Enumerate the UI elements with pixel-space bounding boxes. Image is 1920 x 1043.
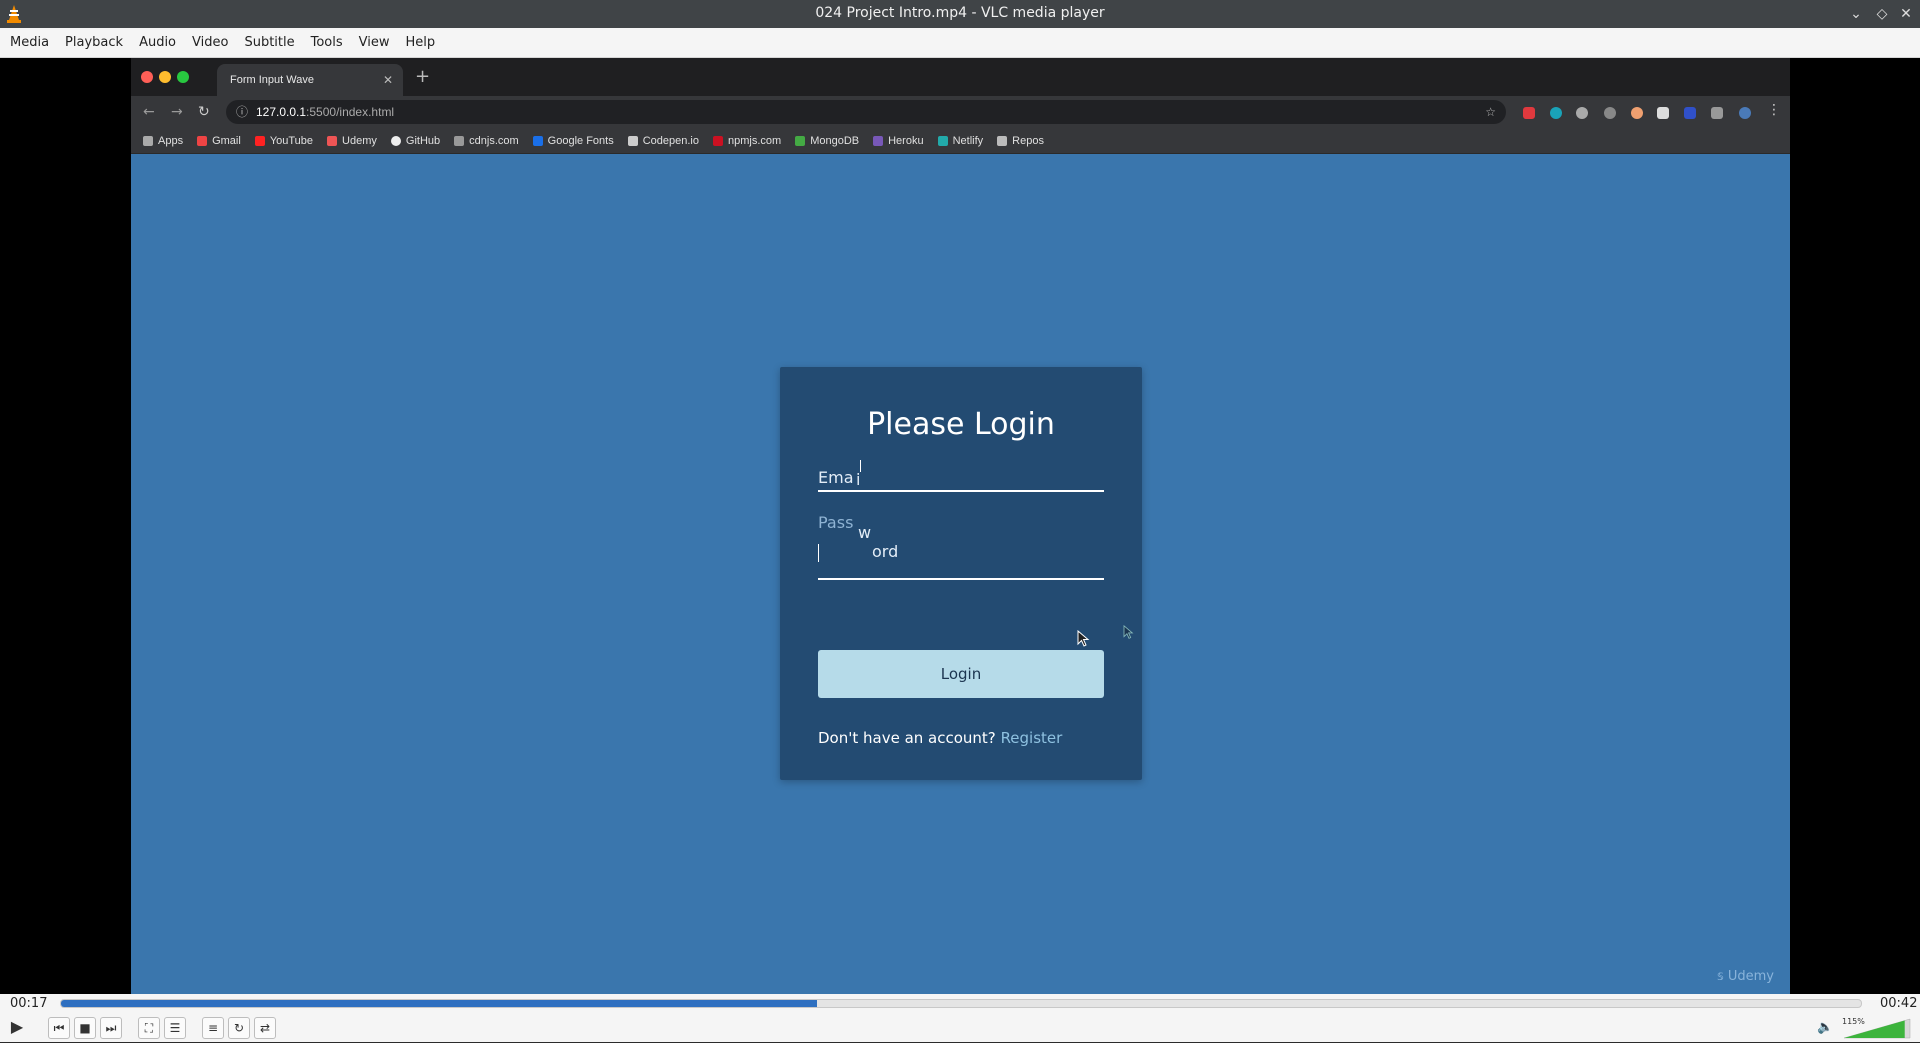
menu-audio[interactable]: Audio [131,28,184,58]
login-title: Please Login [867,407,1055,442]
email-label-end: i [856,470,861,489]
bookmark-item: GitHub [390,135,440,147]
register-prompt: Don't have an account? [818,729,996,747]
menu-tools[interactable]: Tools [303,28,351,58]
bookmark-item: npmjs.com [713,135,781,147]
video-frame: Form Input Wave ✕ + ← → ↻ ⓘ 127.0.0.1:55… [131,58,1790,994]
email-field: Ema i [818,444,1104,492]
bookmark-item: Codepen.io [627,135,699,147]
bookmark-item: Heroku [873,135,924,147]
volume-slider[interactable]: 115% [1842,1017,1912,1039]
password-label-mid: w [858,523,872,542]
login-button: Login [818,650,1104,698]
previous-button[interactable]: ⏮ [48,1017,70,1039]
url-path: :5500/index.html [306,105,395,119]
volume-percent: 115% [1842,1017,1865,1026]
playlist-button[interactable]: ≡ [202,1017,224,1039]
bookmark-item: Apps [143,135,183,147]
menu-playback[interactable]: Playback [57,28,131,58]
menu-view[interactable]: View [351,28,398,58]
extension-icon [1550,107,1562,119]
reload-icon: ↻ [198,104,210,120]
seek-progress-fill [61,1000,817,1007]
bookmark-item: Netlify [937,135,983,147]
bookmark-item: Gmail [197,135,241,147]
back-icon: ← [143,104,155,120]
password-label-start: Pass [818,513,854,532]
extension-icon [1523,107,1535,119]
play-button[interactable]: ▶ [6,1017,28,1039]
extended-settings-button[interactable]: ☰ [164,1017,186,1039]
mouse-cursor-icon [1077,630,1090,647]
register-link: Register [1000,729,1063,747]
traffic-minimize-icon [159,71,171,83]
playback-controls: ▶ ⏮ ■ ⏭ ⛶ ☰ ≡ ↻ ⇄ 🔈 115% [0,1014,1920,1042]
site-info-icon: ⓘ [236,105,249,119]
menu-bar: Media Playback Audio Video Subtitle Tool… [0,28,1920,58]
menu-subtitle[interactable]: Subtitle [236,28,302,58]
bookmarks-bar: Apps Gmail YouTube Udemy GitHub cdnjs.co… [131,128,1790,154]
extension-icon [1604,107,1616,119]
url-host: 127.0.0.1 [256,105,307,119]
speaker-icon[interactable]: 🔈 [1817,1020,1833,1035]
window-title: 024 Project Intro.mp4 - VLC media player [815,5,1105,21]
loop-button[interactable]: ↻ [228,1017,250,1039]
video-area[interactable]: Form Input Wave ✕ + ← → ↻ ⓘ 127.0.0.1:55… [0,58,1920,994]
extension-icon [1657,107,1669,119]
fullscreen-button[interactable]: ⛶ [138,1017,160,1039]
forward-icon: → [171,104,183,120]
menu-help[interactable]: Help [398,28,444,58]
next-button[interactable]: ⏭ [100,1017,122,1039]
browser-address-bar: ← → ↻ ⓘ 127.0.0.1:5500/index.html ☆ ⋮ [131,96,1790,128]
extension-icon [1684,107,1696,119]
traffic-zoom-icon [177,71,189,83]
browser-tab-title: Form Input Wave [230,74,314,86]
maximize-icon[interactable]: ◇ [1872,4,1892,24]
register-line: Don't have an account? Register [818,729,1062,747]
browser-tab-strip: Form Input Wave ✕ + [131,58,1790,96]
mouse-cursor-icon [1123,625,1134,639]
stop-button[interactable]: ■ [74,1017,96,1039]
text-caret [818,544,819,562]
seek-slider[interactable] [60,999,1862,1008]
menu-media[interactable]: Media [2,28,57,58]
profile-icon [1739,107,1751,119]
minimize-icon[interactable]: ⌄ [1846,4,1866,24]
udemy-logo-icon: 𝕤 [1716,969,1724,984]
bookmark-item: Repos [997,135,1044,147]
password-label-end: ord [872,542,899,561]
url-field: ⓘ 127.0.0.1:5500/index.html ☆ [226,100,1506,124]
more-menu-icon: ⋮ [1767,102,1781,118]
close-icon[interactable]: ✕ [1896,4,1916,24]
bookmark-star-icon: ☆ [1485,105,1496,119]
new-tab-icon: + [415,66,431,87]
password-field: Pass w ord [818,507,1104,580]
tab-close-icon: ✕ [382,73,393,87]
bookmark-item: cdnjs.com [454,135,519,147]
traffic-close-icon [141,71,153,83]
total-time: 00:42 [1880,996,1918,1011]
email-label-start: Ema [818,468,854,487]
puzzle-icon [1711,107,1723,119]
menu-video[interactable]: Video [184,28,236,58]
elapsed-time: 00:17 [10,996,48,1011]
title-bar: 024 Project Intro.mp4 - VLC media player… [0,0,1920,28]
bookmark-item: Google Fonts [532,135,614,147]
login-card: Please Login Ema i Pass w ord Login Don'… [780,367,1142,780]
bookmark-item: Udemy [327,135,377,147]
udemy-watermark: 𝕤 Udemy [1717,969,1774,984]
shuffle-button[interactable]: ⇄ [254,1017,276,1039]
bookmark-item: YouTube [254,135,313,147]
seek-bar-row: 00:17 00:42 [0,994,1920,1014]
extension-icon [1576,107,1588,119]
bookmark-item: MongoDB [795,135,859,147]
browser-tab: Form Input Wave ✕ [217,64,403,96]
text-caret [860,460,861,472]
udemy-watermark-text: Udemy [1727,969,1774,984]
extension-icon [1631,107,1643,119]
